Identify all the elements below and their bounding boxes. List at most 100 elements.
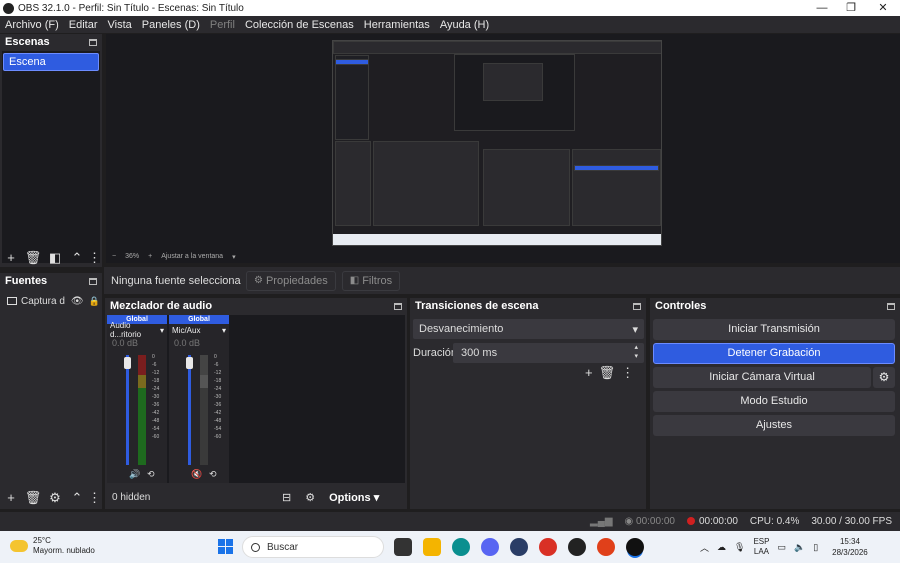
menu-scene-collection[interactable]: Colección de Escenas [240,19,359,31]
start-streaming-button[interactable]: Iniciar Transmisión [653,319,895,340]
media-player-icon[interactable] [568,538,586,556]
zoom-in-icon[interactable]: + [148,253,152,260]
status-bar: ▂▄▆ ◉ 00:00:00 00:00:00 CPU: 0.4% 30.00 … [0,512,900,531]
weather-widget[interactable]: 25°C Mayorm. nublado [10,536,95,556]
clock[interactable]: 15:34 28/3/2026 [832,536,868,558]
properties-button[interactable]: ⚙ Propiedades [246,270,336,291]
tray-expand-icon[interactable]: ︿ [700,541,709,554]
muted-speaker-icon[interactable]: 🔇 [191,469,202,480]
options-label: Options [329,491,371,504]
display-icon[interactable]: ▭ [777,542,786,553]
chevron-down-icon[interactable]: ▾ [160,326,164,335]
monitor-audio-icon[interactable]: ⟲ [209,469,217,480]
fit-to-window[interactable]: Ajustar a la ventana [161,253,223,260]
mixer-title: Mezclador de audio [110,300,213,312]
obs-logo-icon [3,2,14,14]
more-icon[interactable]: ⋮ [88,487,101,509]
source-label: Captura d [21,295,65,307]
monitor-audio-icon[interactable]: ⟲ [147,469,155,480]
filters-button[interactable]: ◧ Filtros [341,270,401,291]
trash-icon[interactable]: 🗑 [599,365,616,381]
trash-icon[interactable]: 🗑 [22,487,44,509]
obs-taskbar-icon[interactable] [626,538,644,556]
move-up-icon[interactable]: ⌃ [66,487,88,509]
windows-start-icon[interactable] [218,539,233,554]
studio-mode-button[interactable]: Modo Estudio [653,391,895,412]
transitions-dock-title: Transiciones de escena [410,298,646,314]
transition-select[interactable]: Desvanecimiento ▾ [413,319,644,339]
task-view-icon[interactable] [394,538,412,556]
more-icon[interactable]: ⋮ [621,365,634,381]
volume-icon[interactable]: 🔈 [794,542,805,553]
add-icon[interactable]: + [585,365,593,381]
spin-arrows-icon[interactable]: ▴ ▾ [634,343,638,361]
maximize-icon[interactable]: ❐ [834,0,868,16]
chevron-down-icon[interactable]: ▾ [232,253,236,261]
stop-recording-button[interactable]: Detener Grabación [653,343,895,364]
scene-item[interactable]: Escena [3,53,99,71]
menu-docks[interactable]: Paneles (D) [137,19,205,31]
move-up-icon[interactable]: ⌃ [66,247,88,269]
trash-icon[interactable]: 🗑 [22,247,44,269]
more-icon[interactable]: ⋮ [88,247,101,269]
menu-tools[interactable]: Herramientas [359,19,435,31]
virtual-camera-settings-icon[interactable]: ⚙ [873,367,895,388]
channel-name[interactable]: Mic/Aux ▾ [169,324,229,336]
layout-icon[interactable]: ⊟ [282,491,291,504]
brave-icon[interactable] [597,538,615,556]
edge-icon[interactable] [452,538,470,556]
app-icon[interactable] [510,538,528,556]
discord-icon[interactable] [481,538,499,556]
preview-mini-scenes [335,55,369,140]
menu-profile[interactable]: Perfil [205,19,240,31]
undock-icon[interactable] [89,277,97,285]
zoom-level: 36% [125,253,140,260]
add-icon[interactable]: + [0,247,22,269]
menu-view[interactable]: Vista [103,19,137,31]
undock-icon[interactable] [633,302,641,310]
zoom-out-icon[interactable]: − [112,253,116,260]
channel-name[interactable]: Audio d...ritorio ▾ [107,321,167,339]
scale-tick: -54 [214,426,222,432]
audio-mixer-dock: Mezclador de audio Global Audio d...rito… [105,298,407,509]
settings-button[interactable]: Ajustes [653,415,895,436]
filter-icon[interactable]: ◧ [44,247,66,269]
menu-help[interactable]: Ayuda (H) [435,19,494,31]
source-item[interactable]: Captura d 👁 🔒 [2,293,100,309]
scale-tick: -30 [214,394,222,400]
volume-slider-track[interactable] [126,355,129,465]
add-icon[interactable]: + [0,487,22,509]
undock-icon[interactable] [89,38,97,46]
advanced-audio-icon[interactable]: ⚙ [305,491,315,504]
scale-tick: -48 [152,418,160,424]
menu-edit[interactable]: Editar [64,19,103,31]
undock-icon[interactable] [394,302,402,310]
opera-icon[interactable] [539,538,557,556]
file-explorer-icon[interactable] [423,538,441,556]
preview-mini-sources [335,141,371,226]
gear-icon: ⚙ [254,275,263,286]
close-icon[interactable]: ✕ [866,0,900,16]
preview-canvas[interactable] [332,40,662,246]
mic-icon[interactable]: 🎙 [734,542,745,553]
volume-slider-handle[interactable] [186,357,193,369]
start-virtual-camera-button[interactable]: Iniciar Cámara Virtual [653,367,871,388]
speaker-icon[interactable]: 🔊 [129,469,140,480]
undock-icon[interactable] [887,302,895,310]
taskbar-search[interactable]: Buscar [242,536,384,558]
language-indicator[interactable]: ESP LAA [753,537,769,557]
volume-slider-track[interactable] [188,355,191,465]
chevron-down-icon[interactable]: ▾ [222,326,226,335]
menu-file[interactable]: Archivo (F) [0,19,64,31]
lang-code: ESP [753,537,770,546]
search-icon [251,542,260,552]
scale-tick: -60 [152,434,160,440]
eye-icon[interactable]: 👁 [71,296,84,307]
gear-icon[interactable]: ⚙ [44,487,66,509]
lock-icon[interactable]: 🔒 [89,296,100,307]
options-button[interactable]: Options ▾ [329,491,379,504]
battery-icon[interactable]: ▯ [813,542,818,553]
duration-spinbox[interactable]: 300 ms ▴ ▾ [453,343,644,363]
volume-slider-handle[interactable] [124,357,131,369]
cloud-icon[interactable]: ☁ [717,542,726,553]
